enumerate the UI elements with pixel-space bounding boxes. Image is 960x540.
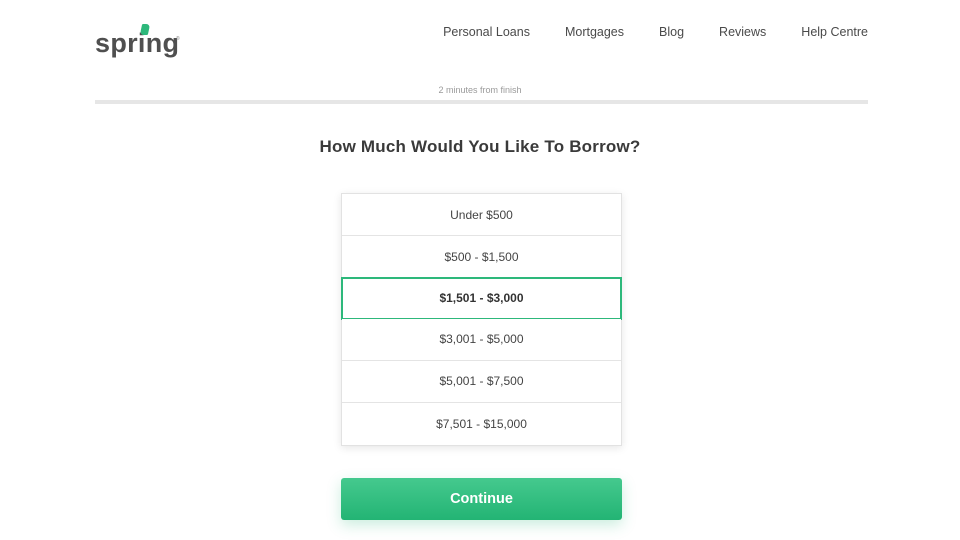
spring-logo[interactable]: spring ®: [95, 12, 185, 57]
logo-wordmark: spring: [95, 28, 180, 58]
nav-reviews[interactable]: Reviews: [719, 25, 766, 39]
option-7501-15000[interactable]: $7,501 - $15,000: [342, 402, 621, 446]
progress-bar: [95, 100, 868, 104]
borrow-amount-options: Under $500 $500 - $1,500 $1,501 - $3,000…: [341, 193, 622, 447]
progress-label: 2 minutes from finish: [438, 85, 522, 95]
option-3001-5000[interactable]: $3,001 - $5,000: [342, 318, 621, 361]
nav-blog[interactable]: Blog: [659, 25, 684, 39]
nav-personal-loans[interactable]: Personal Loans: [443, 25, 530, 39]
continue-button[interactable]: Continue: [341, 478, 622, 520]
main-nav: Personal Loans Mortgages Blog Reviews He…: [408, 25, 868, 39]
option-under-500[interactable]: Under $500: [342, 194, 621, 237]
option-1501-3000[interactable]: $1,501 - $3,000: [341, 277, 622, 320]
question-heading: How Much Would You Like To Borrow?: [319, 137, 641, 156]
registered-mark: ®: [176, 36, 180, 42]
option-5001-7500[interactable]: $5,001 - $7,500: [342, 360, 621, 403]
nav-help-centre[interactable]: Help Centre: [801, 25, 868, 39]
option-500-1500[interactable]: $500 - $1,500: [342, 236, 621, 279]
nav-mortgages[interactable]: Mortgages: [565, 25, 624, 39]
site-header: spring ® Personal Loans Mortgages Blog R…: [95, 0, 868, 62]
